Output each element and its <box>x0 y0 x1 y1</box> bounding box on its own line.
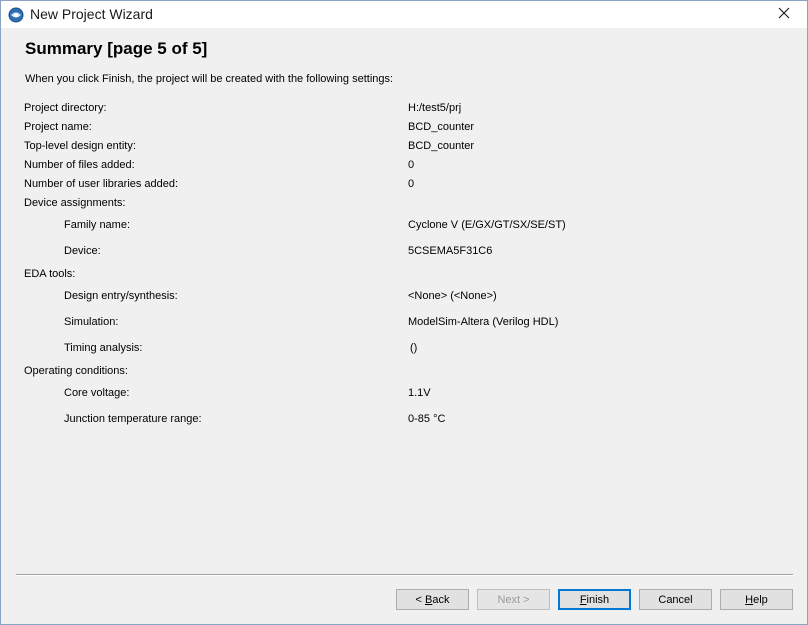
device-label: Device: <box>64 245 101 257</box>
eda-tools-heading: EDA tools: <box>24 268 76 280</box>
new-project-wizard-window: New Project Wizard Summary [page 5 of 5]… <box>0 0 808 625</box>
cancel-button[interactable]: Cancel <box>639 589 712 610</box>
title-bar[interactable]: New Project Wizard <box>1 1 807 28</box>
design-entry-value: <None> (<None>) <box>408 290 497 302</box>
back-button-prefix: < <box>415 593 425 606</box>
next-button[interactable]: Next > <box>477 589 550 610</box>
user-libraries-value: 0 <box>408 178 415 190</box>
help-button-rest: elp <box>753 593 768 606</box>
project-directory-label: Project directory: <box>24 102 107 114</box>
files-added-value: 0 <box>408 159 415 171</box>
junction-temp-value: 0-85 °C <box>408 413 446 425</box>
family-name-value: Cyclone V (E/GX/GT/SX/SE/ST) <box>408 219 566 231</box>
close-icon <box>778 6 790 24</box>
help-button-accel: H <box>745 593 754 606</box>
quartus-app-icon <box>8 7 24 23</box>
page-title: Summary [page 5 of 5] <box>25 39 208 58</box>
intro-text: When you click Finish, the project will … <box>25 73 394 85</box>
user-libraries-label: Number of user libraries added: <box>24 178 179 190</box>
cancel-button-label: Cancel <box>658 593 693 606</box>
next-button-label: Next > <box>497 593 530 606</box>
files-added-label: Number of files added: <box>24 159 135 171</box>
finish-button-rest: inish <box>586 593 610 606</box>
device-value: 5CSEMA5F31C6 <box>408 245 493 257</box>
project-name-value: BCD_counter <box>408 121 475 133</box>
close-button[interactable] <box>761 1 807 28</box>
project-name-label: Project name: <box>24 121 92 133</box>
simulation-label: Simulation: <box>64 316 119 328</box>
wizard-content: Summary [page 5 of 5] When you click Fin… <box>2 28 805 572</box>
design-entry-label: Design entry/synthesis: <box>64 290 178 302</box>
help-button[interactable]: Help <box>720 589 793 610</box>
core-voltage-value: 1.1V <box>408 387 431 399</box>
finish-button[interactable]: Finish <box>558 589 631 610</box>
timing-analysis-label: Timing analysis: <box>64 342 143 354</box>
top-level-entity-label: Top-level design entity: <box>24 140 136 152</box>
core-voltage-label: Core voltage: <box>64 387 130 399</box>
project-directory-value: H:/test5/prj <box>408 102 462 114</box>
back-button[interactable]: < Back <box>396 589 469 610</box>
junction-temp-label: Junction temperature range: <box>64 413 202 425</box>
button-separator <box>16 574 793 576</box>
simulation-value: ModelSim-Altera (Verilog HDL) <box>408 316 559 328</box>
family-name-label: Family name: <box>64 219 131 231</box>
timing-analysis-value: () <box>410 342 418 354</box>
back-button-accel: B <box>425 593 433 606</box>
top-level-entity-value: BCD_counter <box>408 140 475 152</box>
window-title: New Project Wizard <box>30 6 153 22</box>
operating-conditions-heading: Operating conditions: <box>24 365 128 377</box>
finish-button-accel: F <box>579 593 587 606</box>
device-assignments-heading: Device assignments: <box>24 197 126 209</box>
back-button-rest: ack <box>432 593 450 606</box>
